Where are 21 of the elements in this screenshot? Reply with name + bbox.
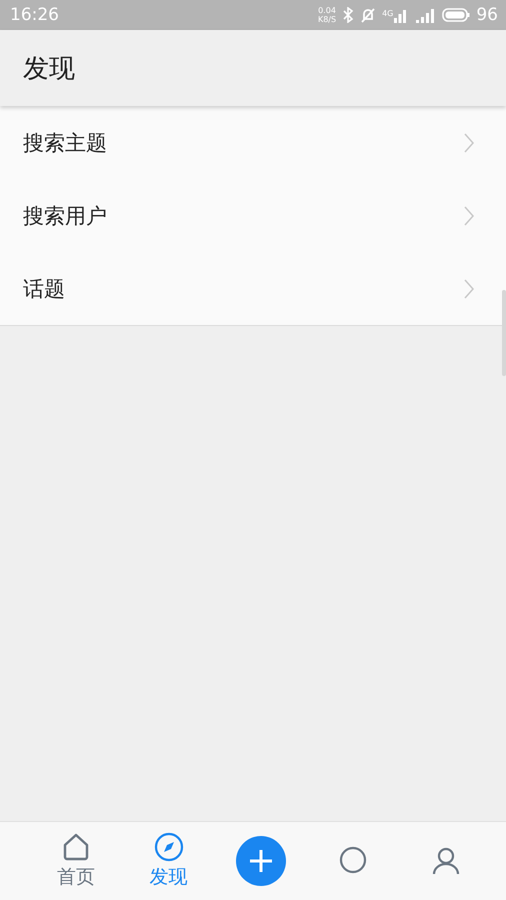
signal-icon	[416, 7, 436, 23]
compass-icon	[154, 832, 184, 862]
bluetooth-icon	[342, 7, 354, 23]
tab[interactable]: 首页	[57, 832, 96, 890]
chevron-right-icon	[464, 132, 474, 152]
battery-level: 96	[476, 5, 498, 25]
network-type: 4G	[382, 9, 394, 18]
chevron-right-icon	[464, 278, 474, 298]
battery-icon	[442, 8, 470, 22]
person-icon	[430, 846, 461, 876]
menu-item[interactable]: 话题	[0, 252, 506, 325]
network-speed: 0.04	[318, 6, 336, 15]
menu-item[interactable]: 搜索主题	[0, 106, 506, 179]
tab[interactable]	[430, 846, 461, 876]
menu-item[interactable]: 搜索用户	[0, 179, 506, 252]
status-time: 16:26	[10, 5, 59, 25]
plus-icon	[248, 848, 274, 874]
muted-bell-icon	[360, 7, 376, 23]
page-title: 发现	[23, 52, 75, 86]
chevron-right-icon	[464, 206, 474, 226]
network-speed-unit: K8/S	[318, 15, 336, 24]
